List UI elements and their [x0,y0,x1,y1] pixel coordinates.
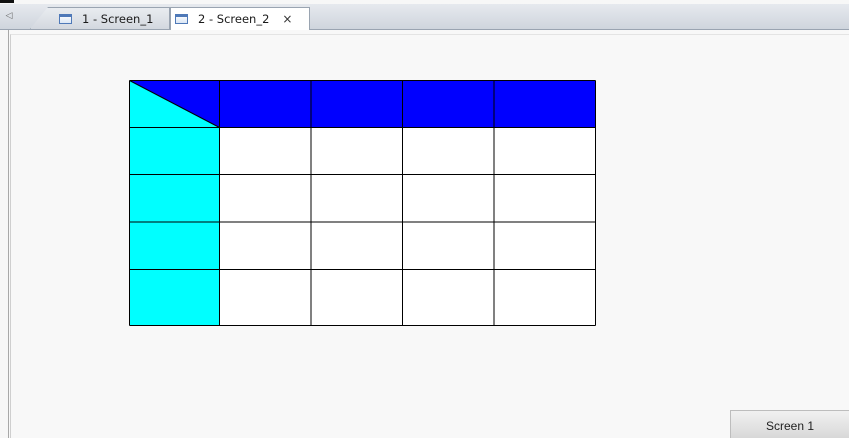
table-cell[interactable] [219,269,312,326]
table-header-cell[interactable] [494,80,596,128]
table-cell[interactable] [219,174,312,223]
table-row-header-cell[interactable] [129,269,220,326]
screen-icon [59,13,72,24]
table-row-header-cell[interactable] [129,127,220,175]
editor-window: ◁ 1 - Screen_1 2 - Screen_2 × Screen 1 [0,0,849,438]
table-cell[interactable] [494,174,596,223]
tab-label: 2 - Screen_2 [198,12,270,26]
table-cell[interactable] [311,174,403,223]
scroll-left-icon[interactable]: ◁ [3,10,15,22]
table-cell[interactable] [311,127,403,175]
table-cell[interactable] [402,222,495,270]
table-row-header-cell[interactable] [129,174,220,223]
table-cell[interactable] [219,127,312,175]
table-cell[interactable] [402,174,495,223]
screen-tabstrip: ◁ 1 - Screen_1 2 - Screen_2 × [0,4,849,30]
table-object[interactable] [129,80,596,326]
table-header-cell[interactable] [219,80,312,128]
table-cell[interactable] [494,127,596,175]
table-cell[interactable] [402,127,495,175]
table-cell[interactable] [494,222,596,270]
screen-icon [175,14,188,24]
table-header-cell[interactable] [311,80,403,128]
close-icon[interactable]: × [281,12,293,26]
corner-mark [0,0,14,3]
table-cell[interactable] [494,269,596,326]
table-graphic[interactable] [129,80,596,326]
tab-screen-2[interactable]: 2 - Screen_2 × [170,7,310,30]
table-cell[interactable] [311,269,403,326]
table-row-header-cell[interactable] [129,222,220,270]
screen-1-button[interactable]: Screen 1 [730,410,849,438]
tab-label: 1 - Screen_1 [82,11,154,26]
tab-screen-1[interactable]: 1 - Screen_1 [30,7,170,29]
table-cell[interactable] [219,222,312,270]
table-cell[interactable] [402,269,495,326]
table-cell[interactable] [311,222,403,270]
table-header-cell[interactable] [402,80,495,128]
